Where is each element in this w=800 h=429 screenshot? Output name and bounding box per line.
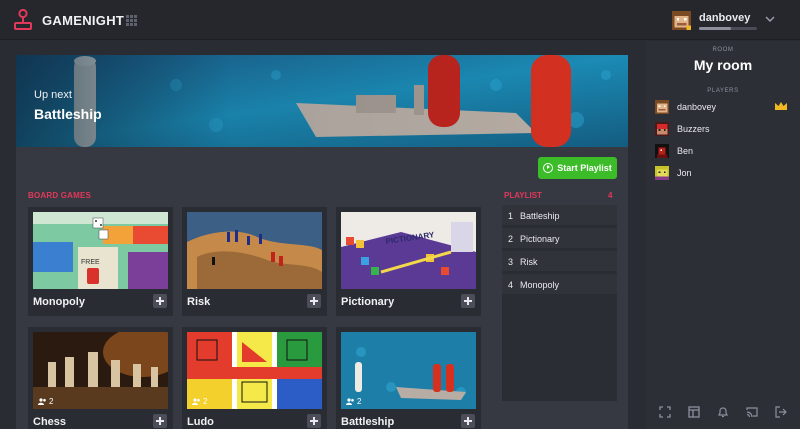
game-title: Monopoly — [33, 296, 85, 308]
players-label: PLAYERS — [707, 88, 739, 94]
pictionary-thumbnail: PICTIONARY — [341, 212, 476, 289]
game-title: Pictionary — [341, 296, 395, 308]
game-card-pictionary[interactable]: PICTIONARY Pictionary — [336, 207, 481, 316]
plus-icon[interactable] — [153, 414, 167, 428]
playlist-heading: PLAYLIST — [504, 191, 542, 200]
playlist-count: 4 — [608, 191, 613, 200]
monopoly-thumbnail: FREE — [33, 212, 168, 289]
playlist: 1 Battleship 2 Pictionary 3 Risk 4 Monop… — [502, 205, 617, 401]
xp-progress-fill — [699, 27, 731, 30]
avatar — [655, 144, 669, 158]
player-count: 2 — [38, 397, 53, 406]
brand-name[interactable]: GAMENIGHT — [42, 13, 124, 28]
game-title: Ludo — [187, 416, 214, 428]
playlist-item[interactable]: 2 Pictionary — [502, 228, 617, 249]
up-next-banner[interactable]: Up next Battleship — [16, 55, 628, 147]
plus-icon[interactable] — [307, 414, 321, 428]
cast-icon[interactable] — [745, 405, 759, 419]
battleship-banner-image — [16, 55, 628, 147]
up-next-label: Up next — [34, 89, 72, 101]
plus-icon[interactable] — [153, 294, 167, 308]
avatar — [655, 100, 669, 114]
logout-icon[interactable] — [774, 405, 788, 419]
plus-icon[interactable] — [307, 294, 321, 308]
fullscreen-icon[interactable] — [658, 405, 672, 419]
game-card-chess[interactable]: 2 Chess — [28, 327, 173, 429]
risk-thumbnail — [187, 212, 322, 289]
username[interactable]: danbovey — [699, 12, 750, 24]
joystick-logo-icon[interactable] — [14, 9, 32, 31]
playlist-item[interactable]: 3 Risk — [502, 251, 617, 272]
main-panel: Up next Battleship Start Playlist BOARD … — [16, 55, 628, 429]
game-card-monopoly[interactable]: FREE Monopoly — [28, 207, 173, 316]
game-card-battleship[interactable]: 2 Battleship — [336, 327, 481, 429]
board-games-heading: BOARD GAMES — [28, 191, 92, 200]
bell-icon[interactable] — [716, 405, 730, 419]
game-title: Chess — [33, 416, 67, 428]
avatar[interactable] — [672, 11, 691, 30]
playlist-item[interactable]: 1 Battleship — [502, 205, 617, 226]
people-icon — [38, 398, 46, 405]
top-bar: GAMENIGHT danbovey — [0, 0, 800, 40]
up-next-title: Battleship — [34, 106, 102, 122]
layout-icon[interactable] — [687, 405, 701, 419]
grid-icon[interactable] — [126, 15, 137, 26]
sidebar-footer — [646, 395, 800, 429]
playlist-item[interactable]: 4 Monopoly — [502, 274, 617, 295]
people-icon — [192, 398, 200, 405]
start-playlist-button[interactable]: Start Playlist — [538, 157, 617, 179]
play-circle-icon — [543, 163, 554, 173]
room-label: ROOM — [712, 47, 734, 53]
room-sidebar: ROOM My room PLAYERS danbovey Buzzers Be… — [646, 41, 800, 429]
chevron-down-icon[interactable] — [764, 13, 776, 25]
xp-progress-bar — [699, 27, 757, 30]
player-count: 2 — [192, 397, 207, 406]
people-icon — [346, 398, 354, 405]
avatar — [655, 166, 669, 180]
game-card-risk[interactable]: Risk — [182, 207, 327, 316]
crown-icon — [775, 102, 787, 110]
avatar — [655, 122, 669, 136]
svg-text:FREE: FREE — [81, 259, 100, 266]
game-title: Risk — [187, 296, 211, 308]
plus-icon[interactable] — [461, 414, 475, 428]
game-card-ludo[interactable]: 2 Ludo — [182, 327, 327, 429]
game-title: Battleship — [341, 416, 395, 428]
start-playlist-label: Start Playlist — [557, 163, 612, 173]
player-count: 2 — [346, 397, 361, 406]
plus-icon[interactable] — [461, 294, 475, 308]
room-name: My room — [693, 57, 753, 73]
